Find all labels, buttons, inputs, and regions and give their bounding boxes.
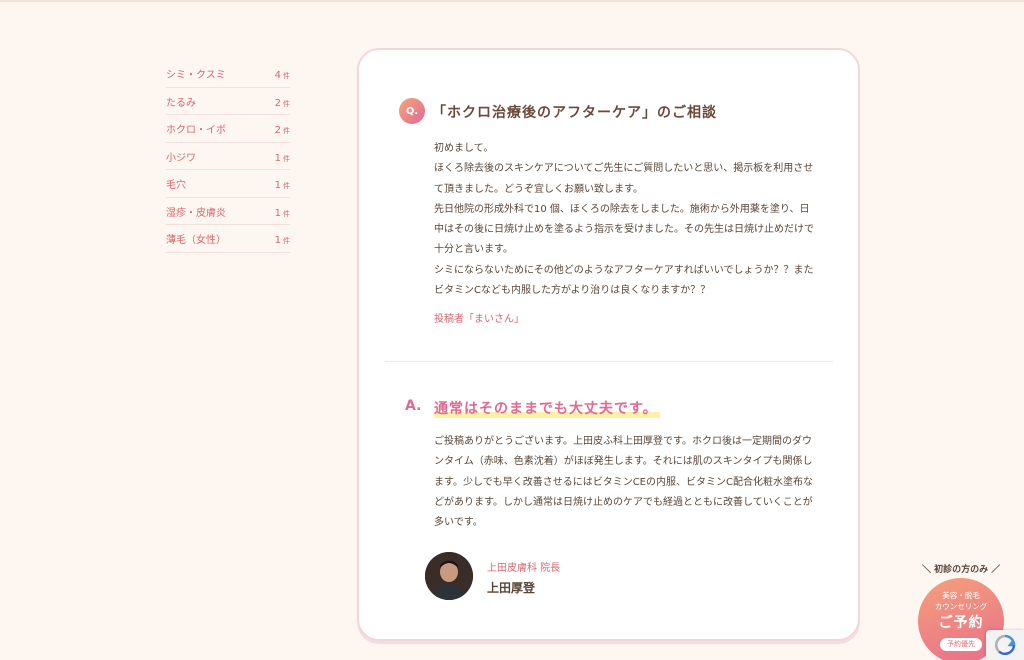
- answer-body: ご投稿ありがとうございます。上田皮ふ科上田厚登です。ホクロ後は一定期間のダウンタ…: [434, 436, 813, 529]
- reserve-subtitle: 美容・脱毛 カウンセリング: [934, 591, 988, 611]
- sidebar-item-label: 小ジワ: [166, 152, 196, 164]
- reserve-main-label: ご予約: [938, 615, 984, 631]
- sidebar-item-shisshin[interactable]: 湿疹・皮膚炎 1件: [166, 198, 290, 225]
- sidebar-item-label: 毛穴: [166, 180, 186, 191]
- sidebar-item-count: 4件: [274, 70, 290, 81]
- sidebar-item-hokuro[interactable]: ホクロ・イボ 2件: [166, 115, 290, 143]
- sidebar-item-count: 1件: [274, 152, 290, 164]
- doctor-name: 上田厚登: [487, 581, 536, 595]
- sidebar-item-usuge[interactable]: 薄毛（女性） 1件: [166, 225, 290, 253]
- answer-mark: A.: [405, 398, 422, 414]
- header-divider: [0, 0, 1024, 2]
- question-paragraph: 先日他院の形成外科で10 個、ほくろの除去をしました。施術から外用薬を塗り、日中…: [434, 203, 814, 256]
- qa-divider: [385, 361, 833, 362]
- answer-title: 通常はそのままでも大丈夫です。: [434, 398, 660, 418]
- doctor-role: 上田皮膚科 院長: [487, 563, 561, 574]
- question-paragraph: シミにならないためにその他どのようなアフターケアすればいいでしょうか？？またビタ…: [434, 264, 814, 297]
- reserve-priority-badge: 予約優先: [940, 638, 982, 651]
- sidebar-item-label: シミ・クスミ: [166, 70, 226, 81]
- question-paragraph: ほくろ除去後のスキンケアについてご先生にご質問したいと思い、掲示板を利用させて頂…: [434, 163, 814, 195]
- sidebar-item-count: 2件: [274, 125, 290, 136]
- sidebar-item-label: 薄毛（女性）: [166, 235, 226, 246]
- recaptcha-badge[interactable]: [986, 630, 1024, 660]
- question-title: 「ホクロ治療後のアフターケア」のご相談: [432, 105, 717, 121]
- sidebar-item-count: 1件: [274, 207, 290, 219]
- question-paragraph: 初めまして。: [434, 143, 494, 154]
- sidebar-item-shimi[interactable]: シミ・クスミ 4件: [166, 60, 290, 88]
- qa-card: Q. 「ホクロ治療後のアフターケア」のご相談 初めまして。 ほくろ除去後のスキン…: [357, 48, 860, 641]
- sidebar-item-label: ホクロ・イボ: [166, 125, 226, 136]
- recaptcha-icon: [994, 634, 1016, 656]
- category-sidebar: シミ・クスミ 4件 たるみ 2件 ホクロ・イボ 2件 小ジワ 1件 毛穴 1件 …: [166, 60, 290, 253]
- poster-name: 投稿者「まいさん」: [434, 314, 524, 325]
- sidebar-item-count: 1件: [274, 235, 290, 246]
- doctor-avatar: [425, 552, 473, 600]
- sidebar-item-count: 2件: [274, 97, 290, 109]
- sidebar-item-kojiwa[interactable]: 小ジワ 1件: [166, 143, 290, 170]
- sidebar-item-tarumi[interactable]: たるみ 2件: [166, 88, 290, 115]
- sidebar-item-label: たるみ: [166, 97, 196, 109]
- doctor-portrait-icon: [425, 552, 473, 600]
- question-badge: Q.: [399, 98, 425, 124]
- sidebar-item-label: 湿疹・皮膚炎: [166, 207, 226, 219]
- sidebar-item-count: 1件: [274, 180, 290, 191]
- sidebar-item-keana[interactable]: 毛穴 1件: [166, 170, 290, 198]
- question-body: 初めまして。 ほくろ除去後のスキンケアについてご先生にご質問したいと思い、掲示板…: [434, 139, 819, 301]
- reserve-ribbon: ＼ 初診の方のみ ／: [922, 565, 1001, 575]
